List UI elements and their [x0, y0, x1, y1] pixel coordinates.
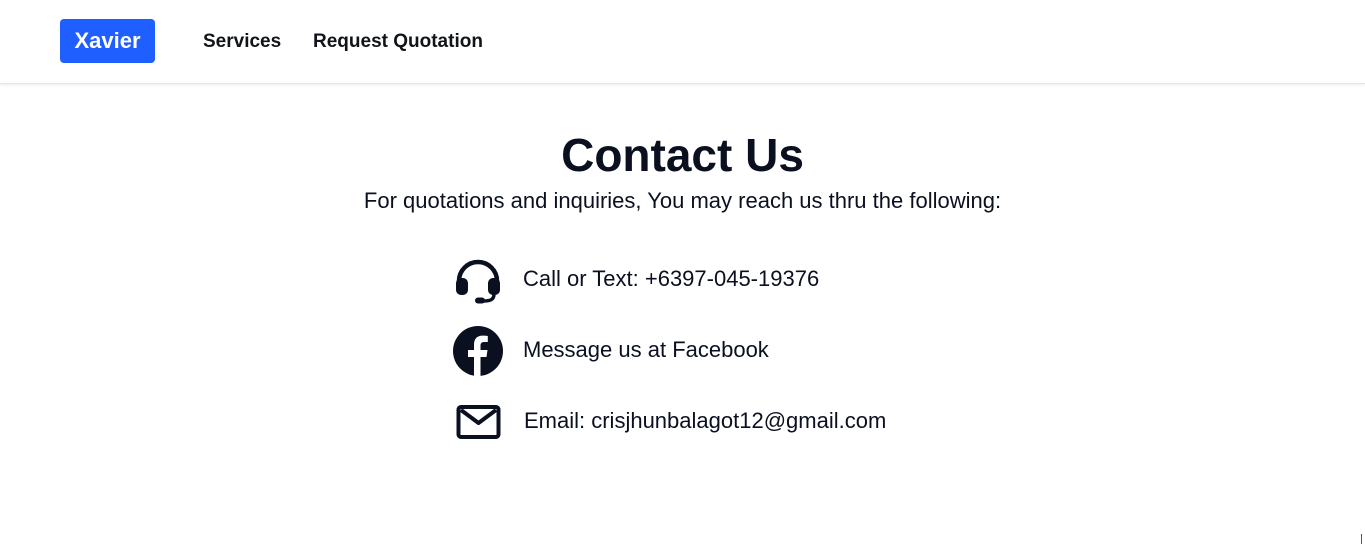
contact-facebook-text[interactable]: Message us at Facebook — [523, 337, 769, 363]
nav-link-services[interactable]: Services — [203, 31, 281, 53]
contact-phone-text: Call or Text: +6397-045-19376 — [523, 266, 820, 291]
page-subtitle: For quotations and inquiries, You may re… — [363, 188, 1002, 213]
contact-item-email: Email: crisjhunbalagot12@gmail.com — [452, 396, 972, 448]
nav-link-request-quotation[interactable]: Request Quotation — [313, 31, 483, 53]
headset-icon — [452, 254, 504, 306]
brand-logo-button[interactable]: Xavier — [60, 19, 155, 63]
mail-icon — [452, 396, 504, 448]
page-title: Contact Us — [561, 129, 804, 181]
contact-email-text: Email: crisjhunbalagot12@gmail.com — [524, 408, 887, 433]
contact-item-facebook[interactable]: Message us at Facebook — [452, 325, 972, 377]
navbar: Xavier Services Request Quotation — [0, 0, 1365, 84]
facebook-icon[interactable] — [452, 325, 504, 377]
resize-handle — [1361, 534, 1362, 544]
contact-item-phone: Call or Text: +6397-045-19376 — [452, 254, 972, 306]
